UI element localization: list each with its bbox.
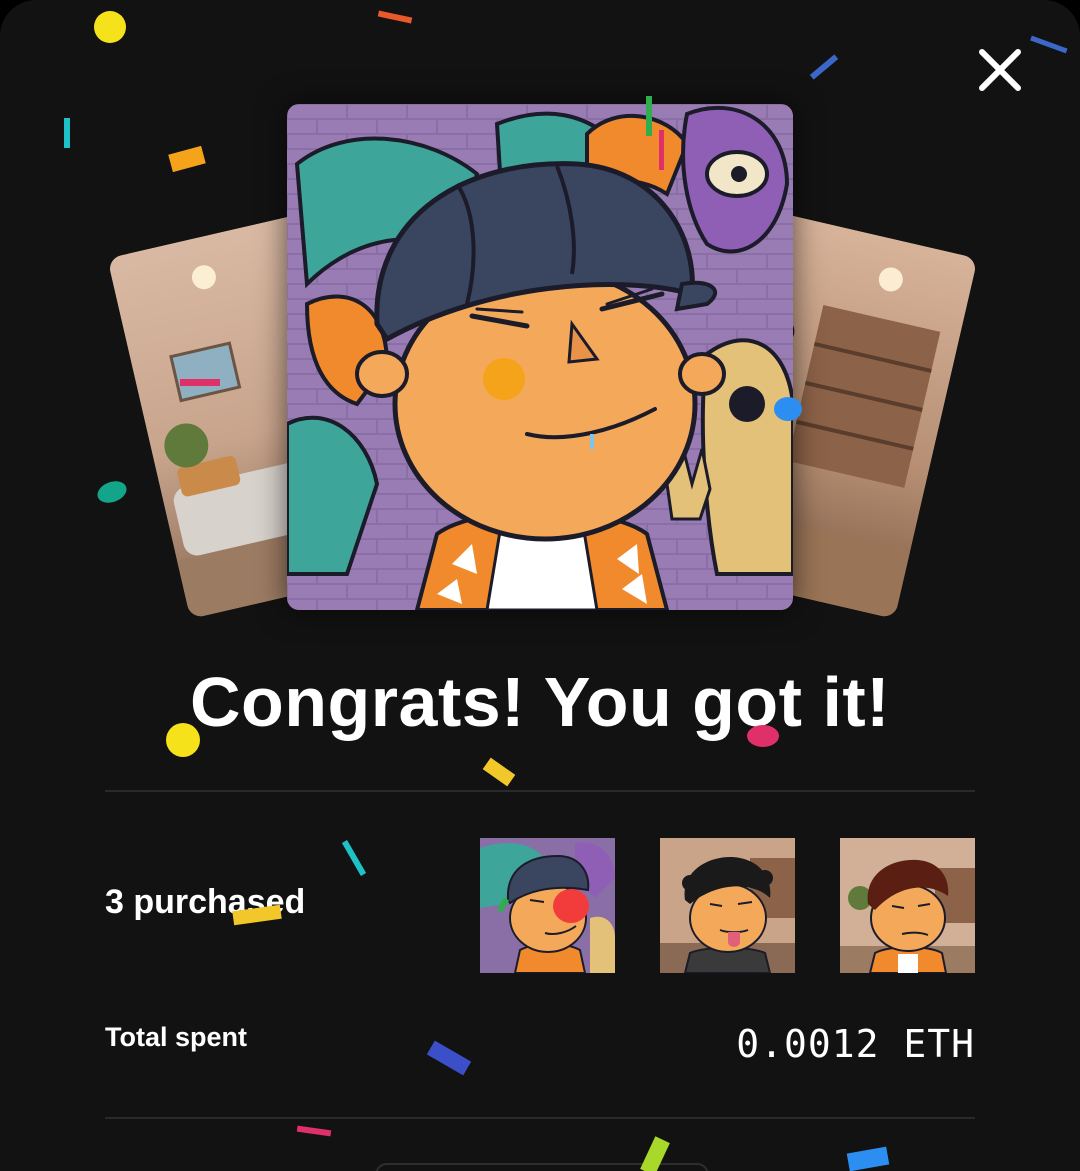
purchased-thumbnail-2[interactable] <box>660 838 795 973</box>
purchased-thumbnail-1[interactable] <box>480 838 615 973</box>
nft-thumbnail-graffiti <box>480 838 615 973</box>
nft-thumbnail-living-room <box>840 838 975 973</box>
purchase-success-modal: Congrats! You got it! 3 purchased Total … <box>0 0 1080 1171</box>
next-button-partial[interactable] <box>375 1163 709 1171</box>
divider-top <box>105 790 975 792</box>
total-spent-value: 0.0012 ETH <box>736 1022 975 1066</box>
nft-card-main[interactable] <box>287 104 793 610</box>
close-icon <box>979 49 1021 91</box>
nft-thumbnail-bookshelf <box>660 838 795 973</box>
close-button[interactable] <box>970 40 1030 100</box>
purchased-count-label: 3 purchased <box>105 883 306 921</box>
total-spent-label: Total spent <box>105 1022 248 1052</box>
success-headline: Congrats! You got it! <box>189 663 891 741</box>
divider-bottom <box>105 1117 975 1119</box>
nft-image-graffiti <box>287 104 793 610</box>
purchased-thumbnail-3[interactable] <box>840 838 975 973</box>
